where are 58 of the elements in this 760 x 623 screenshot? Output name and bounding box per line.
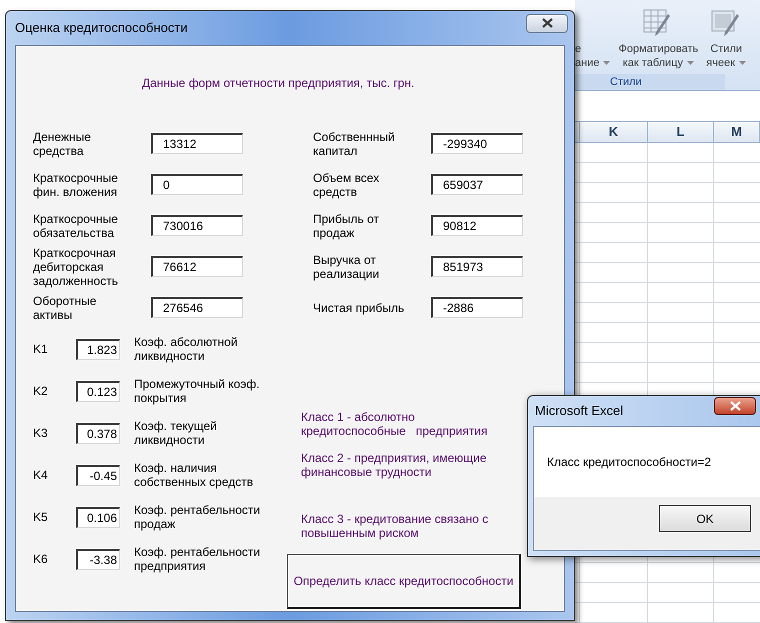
coefficient-field[interactable]: -0.45 <box>76 464 120 486</box>
number-field[interactable]: 0 <box>151 174 243 195</box>
coefficient-field[interactable]: 0.123 <box>76 380 120 402</box>
coefficient-description: Коэф. рентабельности продаж <box>134 503 262 531</box>
coefficient-field[interactable]: 1.823 <box>76 338 120 360</box>
coefficient-field[interactable]: 0.106 <box>76 506 120 528</box>
field-label: Объем всех средств <box>313 170 380 198</box>
number-field[interactable]: -299340 <box>431 133 523 154</box>
coefficient-name: K2 <box>33 383 49 400</box>
coefficient-description: Коэф. наличия собственных средств <box>134 461 254 489</box>
close-icon <box>542 18 552 28</box>
class-description: Класс 1 - абсолютно кредитоспособные предприятия <box>301 410 489 438</box>
coefficient-description: Коэф. рентабельности предприятия <box>134 545 262 573</box>
coefficient-name: K4 <box>33 467 49 484</box>
close-button[interactable] <box>526 14 568 32</box>
number-field[interactable]: 730016 <box>151 215 243 236</box>
field-label: Денежные средства <box>33 130 92 158</box>
column-header[interactable]: K <box>580 122 648 142</box>
coefficient-description: Коэф. текущей ликвидности <box>134 419 218 447</box>
coefficient-name: K3 <box>33 425 49 442</box>
coefficient-name: K6 <box>33 551 49 568</box>
message-box-title: Microsoft Excel <box>535 402 624 420</box>
coefficient-name: K5 <box>33 509 49 526</box>
number-field[interactable]: -2886 <box>431 297 523 318</box>
coefficient-description: Коэф. абсолютной ликвидности <box>134 335 239 363</box>
column-header[interactable]: L <box>648 122 714 142</box>
number-field[interactable]: 659037 <box>431 174 523 195</box>
ribbon-button[interactable]: Форматировать как таблицу <box>618 8 698 70</box>
field-label: Краткосрочная дебиторская задолженность <box>33 246 119 288</box>
field-label: Чистая прибыль <box>313 300 406 314</box>
number-field[interactable]: 276546 <box>151 297 243 318</box>
field-label: Оборотные активы <box>33 294 98 322</box>
window-title: Оценка кредитоспособности <box>15 19 188 38</box>
field-label: Выручка от реализации <box>313 252 380 280</box>
column-header[interactable]: M <box>714 122 760 142</box>
close-button[interactable] <box>714 397 756 415</box>
coefficient-name: K1 <box>33 341 49 358</box>
ribbon-button[interactable]: Стили ячеек <box>706 8 746 70</box>
number-field[interactable]: 13312 <box>151 133 243 154</box>
field-label: Краткосрочные фин. вложения <box>33 170 119 198</box>
number-field[interactable]: 76612 <box>151 256 243 277</box>
field-label: Краткосрочные обязательства <box>33 212 119 240</box>
ok-button[interactable]: OK <box>659 505 751 532</box>
field-label: Прибыль от продаж <box>313 212 380 240</box>
field-label: Собственнный капитал <box>313 130 396 158</box>
coefficient-field[interactable]: 0.378 <box>76 422 120 444</box>
number-field[interactable]: 90812 <box>431 215 523 236</box>
close-icon <box>730 401 740 411</box>
coefficient-field[interactable]: -3.38 <box>76 548 120 570</box>
ribbon-group-label: Стили <box>575 74 725 90</box>
class-description: Класс 2 - предприятия, имеющие финансовые трудности <box>301 451 488 479</box>
ribbon-button[interactable]: е ание <box>575 42 610 70</box>
class-description: Класс 3 - кредитование связано с повышенным риском <box>301 512 490 540</box>
determine-class-button[interactable]: Определить класс кредитоспособности <box>287 554 521 609</box>
message-text: Класс кредитоспособности=2 <box>547 454 712 471</box>
coefficient-description: Промежуточный коэф. покрытия <box>134 377 261 405</box>
form-heading: Данные форм отчетности предприятия, тыс. грн. <box>141 75 416 92</box>
number-field[interactable]: 851973 <box>431 256 523 277</box>
